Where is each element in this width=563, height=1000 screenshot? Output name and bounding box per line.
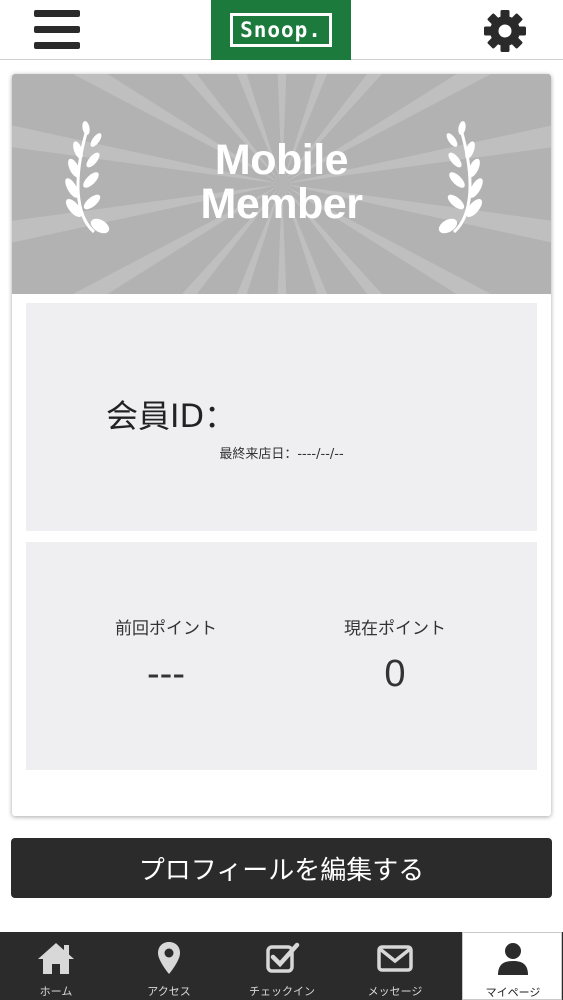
last-visit-label: 最終来店日： xyxy=(219,447,298,462)
tab-mypage-label: マイページ xyxy=(485,986,541,999)
member-id-label-text: 会員ID： xyxy=(106,397,237,435)
home-icon xyxy=(38,943,74,974)
tab-home[interactable]: ホーム xyxy=(0,932,112,1000)
hamburger-menu-icon[interactable] xyxy=(34,9,80,51)
points-panel: 前回ポイント --- 現在ポイント 0 xyxy=(26,542,537,770)
previous-points: 前回ポイント --- xyxy=(56,614,276,696)
tab-message[interactable]: メッセージ xyxy=(339,932,451,1000)
member-banner: Mobile Member xyxy=(12,74,551,294)
tab-message-label: メッセージ xyxy=(367,985,423,998)
checkin-icon xyxy=(266,942,300,973)
member-id-label: 会員ID： xyxy=(106,391,236,437)
edit-profile-button[interactable]: プロフィールを編集する xyxy=(11,838,552,898)
last-visit-value: ----/--/-- xyxy=(297,447,344,462)
banner-title-line1: Mobile xyxy=(214,136,349,184)
gear-icon[interactable] xyxy=(482,8,528,54)
previous-points-value: --- xyxy=(147,653,185,695)
tab-mypage[interactable]: マイページ xyxy=(462,932,562,1000)
logo-text: Snoop. xyxy=(230,13,332,47)
current-points: 現在ポイント 0 xyxy=(285,614,505,696)
previous-points-label: 前回ポイント xyxy=(115,619,217,639)
banner-title: Mobile Member xyxy=(12,138,551,226)
member-card: Mobile Member 会員ID： 最終来店日：----/--/-- 前回ポ… xyxy=(12,74,551,816)
current-points-value: 0 xyxy=(384,653,406,695)
logo[interactable]: Snoop. xyxy=(211,0,351,60)
tab-home-label: ホーム xyxy=(39,985,73,998)
last-visit: 最終来店日：----/--/-- xyxy=(26,443,537,462)
tab-bar: ホーム アクセス チェックイン メッセージ マイページ xyxy=(0,932,563,1000)
tab-checkin[interactable]: チェックイン xyxy=(226,932,338,1000)
envelope-icon xyxy=(377,945,413,972)
current-points-label: 現在ポイント xyxy=(344,619,446,639)
tab-checkin-label: チェックイン xyxy=(249,985,315,998)
map-pin-icon xyxy=(158,942,180,974)
app-header: Snoop. xyxy=(0,0,563,60)
banner-title-line2: Member xyxy=(200,180,363,228)
tab-access[interactable]: アクセス xyxy=(113,932,225,1000)
tab-access-label: アクセス xyxy=(147,985,191,998)
user-icon xyxy=(498,943,528,975)
member-id-panel: 会員ID： 最終来店日：----/--/-- xyxy=(26,303,537,531)
